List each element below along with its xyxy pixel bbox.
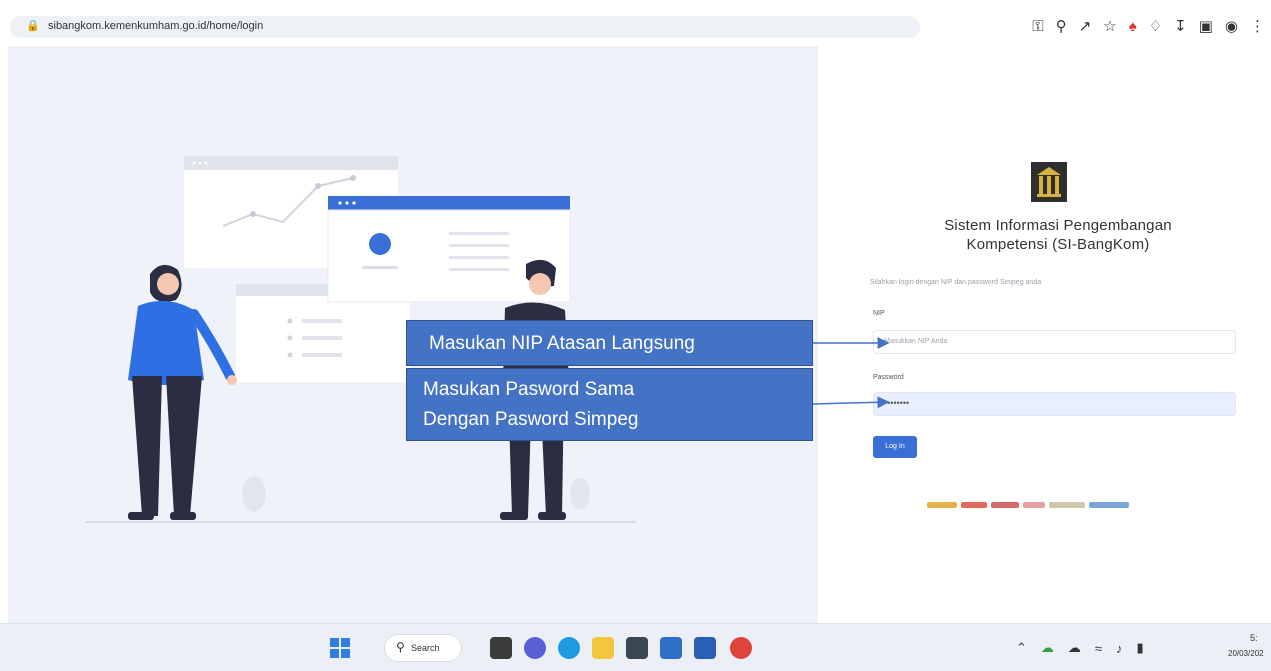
partner-logos	[927, 498, 1159, 512]
file-explorer-icon[interactable]	[592, 637, 614, 659]
windows-start-icon[interactable]	[330, 638, 350, 658]
partner-logo	[1049, 502, 1085, 508]
puzzle-icon[interactable]: ♢	[1149, 16, 1162, 38]
cloud-icon[interactable]: ☁	[1068, 640, 1081, 656]
lock-icon[interactable]: 🔒	[26, 19, 40, 32]
chevron-up-icon[interactable]: ⌃	[1016, 640, 1027, 656]
password-annotation-callout: Masukan Pasword Sama Dengan Pasword Simp…	[406, 368, 813, 441]
login-button[interactable]: Log In	[873, 436, 917, 458]
nip-annotation-callout: Masukan NIP Atasan Langsung	[406, 320, 813, 366]
wifi-icon[interactable]: ≈	[1095, 641, 1102, 656]
partner-logo	[1023, 502, 1045, 508]
clock-date[interactable]: 20/03/202	[1228, 649, 1264, 658]
plant-illustration	[570, 478, 590, 510]
browser-actions: ⚿ ⚲ ↗ ☆ ♠ ♢ ↧ ▣ ◉ ⋮	[1032, 16, 1265, 38]
word-icon[interactable]	[694, 637, 716, 659]
extension-icon[interactable]: ♠	[1129, 16, 1137, 38]
system-tray: ⌃ ☁ ☁ ≈ ♪ ▮	[1016, 637, 1144, 659]
chrome-icon[interactable]	[730, 637, 752, 659]
sidepanel-icon[interactable]: ▣	[1199, 16, 1213, 38]
login-subtitle: Silahkan login dengan NIP dan password S…	[870, 279, 1042, 286]
avatar-icon[interactable]: ◉	[1225, 16, 1238, 38]
speaker-icon[interactable]: ♪	[1116, 641, 1123, 656]
search-icon: ⚲	[396, 640, 405, 654]
onedrive-icon[interactable]: ☁	[1041, 640, 1054, 656]
password-annotation-line1: Masukan Pasword Sama	[423, 379, 635, 400]
browser-toolbar: 🔒 sibangkom.kemenkumham.go.id/home/login…	[0, 0, 1271, 42]
mail-icon[interactable]	[660, 637, 682, 659]
battery-icon[interactable]: ▮	[1137, 640, 1144, 656]
chat-icon[interactable]	[524, 637, 546, 659]
login-title: Sistem Informasi Pengembangan Kompetensi…	[880, 216, 1236, 254]
password-annotation-line2: Dengan Pasword Simpeg	[423, 409, 639, 430]
address-bar[interactable]: 🔒 sibangkom.kemenkumham.go.id/home/login	[10, 16, 920, 38]
share-icon[interactable]: ↗	[1079, 16, 1092, 38]
store-icon[interactable]	[626, 637, 648, 659]
login-title-line1: Sistem Informasi Pengembangan	[944, 217, 1172, 234]
taskbar-search-label: Search	[411, 643, 440, 653]
password-label: Password	[873, 374, 904, 381]
partner-logo	[961, 502, 987, 508]
login-title-line2: Kompetensi (SI-BangKom)	[966, 236, 1150, 253]
star-icon[interactable]: ☆	[1103, 16, 1116, 38]
nip-input[interactable]: Masukkan NIP Anda	[873, 330, 1236, 354]
windows-taskbar: ⚲ Search ⌃ ☁ ☁ ≈ ♪ ▮ 5: 20/03/202	[0, 623, 1271, 671]
kemenkumham-logo	[1031, 162, 1067, 202]
url-text[interactable]: sibangkom.kemenkumham.go.id/home/login	[48, 20, 263, 32]
login-panel: Sistem Informasi Pengembangan Kompetensi…	[820, 46, 1271, 623]
screen: 🔒 sibangkom.kemenkumham.go.id/home/login…	[0, 0, 1271, 671]
partner-logo	[1089, 502, 1129, 508]
menu-icon[interactable]: ⋮	[1250, 16, 1265, 38]
partner-logo	[991, 502, 1019, 508]
woman-figure-illustration	[128, 264, 237, 520]
key-icon[interactable]: ⚿	[1032, 16, 1043, 38]
clock-time[interactable]: 5:	[1250, 633, 1258, 643]
nip-label: NIP	[873, 310, 885, 317]
password-input[interactable]: ••••••••	[873, 392, 1236, 416]
download-icon[interactable]: ↧	[1174, 16, 1187, 38]
plant-illustration	[242, 476, 266, 512]
zoom-icon[interactable]: ⚲	[1056, 16, 1067, 38]
edge-icon[interactable]	[558, 637, 580, 659]
partner-logo	[927, 502, 957, 508]
task-view-icon[interactable]	[490, 637, 512, 659]
taskbar-search[interactable]: ⚲ Search	[384, 634, 462, 662]
